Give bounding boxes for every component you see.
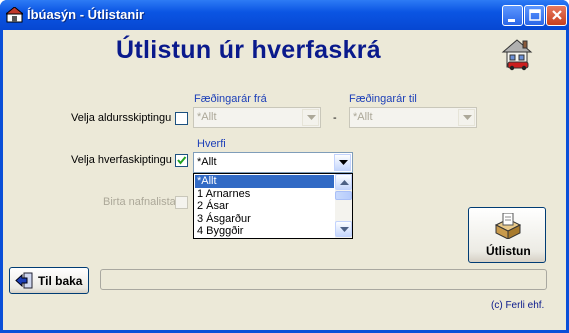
close-icon — [552, 10, 562, 20]
birth-year-to-value: *Allt — [353, 111, 373, 123]
progress-bar — [100, 269, 547, 290]
window-content: Útlistun úr hverfaskrá Fæðingarár frá Fæ… — [3, 30, 566, 330]
back-button-label: Til baka — [38, 274, 83, 288]
house-car-icon — [501, 39, 533, 71]
birth-year-from-label: Fæðingarár frá — [194, 93, 267, 105]
chevron-down-icon[interactable] — [334, 154, 351, 171]
back-button[interactable]: Til baka — [9, 267, 89, 294]
app-icon — [6, 7, 23, 23]
age-distribution-checkbox[interactable] — [175, 112, 188, 125]
name-list-label: Birta nafnalista — [103, 196, 176, 208]
district-value: *Allt — [197, 156, 217, 168]
exit-arrow-icon — [15, 272, 33, 289]
range-dash: - — [333, 112, 337, 124]
list-item[interactable]: *Allt — [195, 175, 334, 188]
district-select[interactable]: *Allt — [193, 152, 353, 173]
scrollbar[interactable] — [335, 174, 352, 238]
maximize-icon — [529, 9, 541, 21]
title-bar[interactable]: Íbúasýn - Útlistanir — [0, 0, 569, 30]
age-distribution-label: Velja aldursskiptingu — [71, 112, 172, 124]
copyright-text: (c) Ferli ehf. — [491, 300, 545, 311]
scroll-thumb[interactable] — [335, 191, 352, 200]
window-title: Íbúasýn - Útlistanir — [27, 7, 145, 22]
district-distribution-label: Velja hverfaskiptingu — [71, 154, 172, 166]
birth-year-to-select[interactable]: *Allt — [349, 107, 477, 128]
chevron-down-icon — [340, 227, 349, 232]
list-item[interactable]: 2 Ásar — [195, 200, 334, 213]
list-button[interactable]: Útlistun — [468, 207, 546, 263]
district-dropdown-list[interactable]: *Allt 1 Arnarnes 2 Ásar 3 Ásgarður 4 Byg… — [193, 173, 353, 239]
district-distribution-checkbox[interactable] — [175, 154, 188, 167]
list-item[interactable]: 4 Byggðir — [195, 225, 334, 238]
close-button[interactable] — [546, 5, 567, 26]
page-title: Útlistun úr hverfaskrá — [116, 36, 382, 64]
maximize-button[interactable] — [524, 5, 545, 26]
minimize-icon — [508, 19, 515, 22]
list-button-label: Útlistun — [486, 244, 531, 258]
checkmark-icon — [177, 156, 187, 165]
scroll-down-button[interactable] — [335, 221, 352, 237]
birth-year-from-select[interactable]: *Allt — [193, 107, 321, 128]
chevron-down-icon[interactable] — [302, 109, 319, 126]
name-list-checkbox[interactable] — [175, 196, 188, 209]
scroll-up-button[interactable] — [335, 174, 352, 190]
birth-year-from-value: *Allt — [197, 111, 217, 123]
district-label: Hverfi — [197, 138, 226, 150]
chevron-down-icon[interactable] — [458, 109, 475, 126]
birth-year-to-label: Fæðingarár til — [349, 93, 417, 105]
chevron-up-icon — [340, 180, 349, 185]
app-window: Íbúasýn - Útlistanir Útlistun úr hverfas… — [0, 0, 569, 333]
ballot-box-icon — [494, 213, 522, 239]
minimize-button[interactable] — [502, 5, 523, 26]
